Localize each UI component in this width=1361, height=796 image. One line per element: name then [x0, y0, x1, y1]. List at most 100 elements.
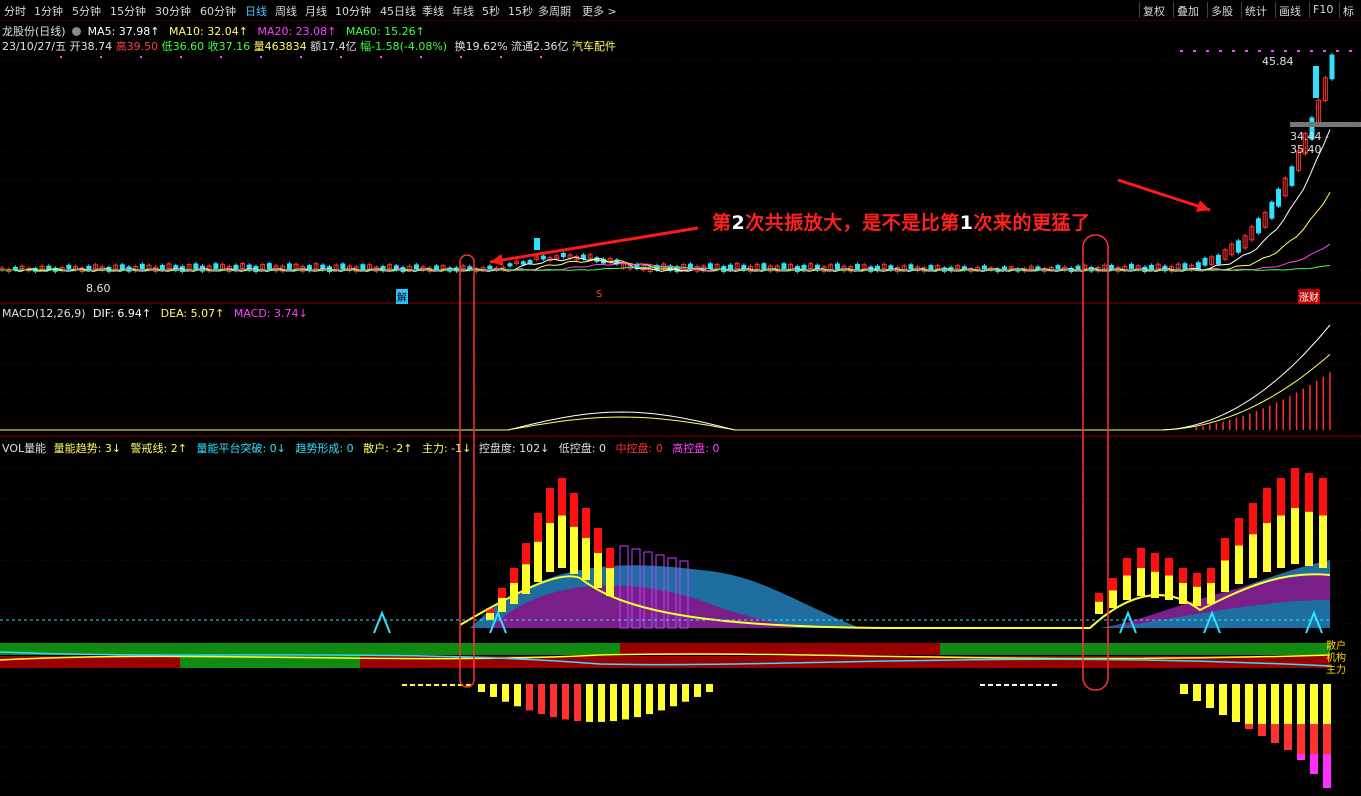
lower-bar — [586, 684, 593, 722]
vol-warn: 警戒线: 2↑ — [130, 442, 187, 455]
annotation-arrow-left — [489, 226, 699, 264]
macd-title[interactable]: MACD(12,26,9) — [2, 307, 86, 320]
candle-body — [520, 261, 526, 265]
lower-dash — [434, 684, 439, 686]
vol-bar-red — [1137, 548, 1145, 568]
event-tag-jie[interactable]: 解 — [396, 289, 408, 304]
vol-bar-red — [606, 548, 614, 568]
vol-bar-red — [1165, 558, 1173, 576]
marker-dot — [1323, 50, 1326, 52]
vol-bar-yellow — [1277, 515, 1285, 568]
candle-body — [1055, 265, 1061, 270]
event-tag-s[interactable]: S — [596, 289, 602, 300]
candle-body — [527, 259, 533, 264]
candle-body — [1202, 257, 1208, 266]
vol-bar-red — [510, 568, 518, 583]
vol-form: 趋势形成: 0 — [295, 442, 354, 455]
vol-bar-red — [1263, 488, 1271, 523]
lower-bar — [1245, 684, 1253, 724]
candle-body — [1235, 240, 1241, 253]
lower-bar — [610, 684, 617, 722]
vol-bar-red — [498, 588, 506, 598]
lower-bar — [670, 684, 677, 707]
vol-bar-red — [570, 493, 578, 527]
lower-dash — [1044, 684, 1049, 686]
vol-bar-red — [546, 488, 554, 523]
candle-body — [1128, 263, 1134, 270]
kline-chart-area[interactable] — [0, 0, 1361, 796]
vol-bar-yellow — [1207, 583, 1215, 604]
candle-body — [487, 265, 493, 270]
main-strip — [620, 643, 940, 655]
candle-body — [1276, 188, 1282, 207]
vol-platform: 量能平台突破: 0↓ — [196, 442, 286, 455]
lower-dash — [418, 684, 423, 686]
vol-bar-red — [1221, 538, 1229, 561]
candle-body — [707, 263, 713, 270]
candle-body — [580, 254, 586, 259]
candle-body — [507, 263, 513, 267]
lower-bar — [682, 684, 689, 702]
candle-body — [1075, 265, 1081, 270]
candle-body — [1149, 264, 1155, 271]
candle-body — [1269, 201, 1275, 219]
callout-text-c: 次来的更猛了 — [973, 212, 1091, 234]
lower-bar — [1297, 754, 1305, 760]
marker-dot — [60, 56, 62, 58]
lower-bar — [706, 684, 713, 692]
lower-dash — [426, 684, 431, 686]
lower-bar — [490, 684, 497, 697]
lower-dash — [1020, 684, 1025, 686]
vol-bar-red — [522, 543, 530, 565]
candle-body — [66, 264, 72, 270]
range-price-label: 34.44 - 35.40 — [1290, 130, 1329, 156]
macd-dif-line — [0, 324, 1331, 431]
vol-bar-red — [1151, 553, 1159, 572]
vol-mid-ctrl: 中控盘: 0 — [615, 442, 663, 455]
lower-bar — [1323, 684, 1331, 724]
candle-body — [854, 263, 860, 270]
vol-bar-yellow — [1235, 545, 1243, 584]
lower-bar — [526, 684, 533, 711]
annotation-arrow-right — [1117, 178, 1211, 212]
candle-body — [46, 265, 52, 270]
lower-dash — [980, 684, 985, 686]
vol-bar-yellow — [1123, 575, 1131, 600]
lower-dash — [402, 684, 407, 686]
vol-title[interactable]: VOL量能 — [2, 442, 46, 455]
vol-bar-yellow — [570, 526, 578, 574]
candle-body — [139, 263, 145, 270]
marker-dot — [1271, 50, 1274, 52]
candle-body — [193, 263, 199, 270]
marker-dot — [180, 56, 182, 58]
lower-bar — [1310, 724, 1318, 754]
vol-trend: 量能趋势: 3↓ — [53, 442, 122, 455]
vol-bar-red — [582, 508, 590, 538]
macd-header: MACD(12,26,9) DIF: 6.94↑ DEA: 5.07↑ MACD… — [2, 307, 308, 320]
lower-bar — [1258, 684, 1266, 724]
candle-body — [560, 253, 566, 258]
lower-dash — [988, 684, 993, 686]
vol-bar-red — [594, 528, 602, 553]
vol-main: 主力: -1↓ — [421, 442, 472, 455]
candle-body — [540, 255, 546, 260]
lower-bar — [658, 684, 665, 711]
marker-dot — [300, 56, 302, 58]
lower-dash — [1004, 684, 1009, 686]
event-tag-zhangcai[interactable]: 涨财 — [1298, 289, 1320, 304]
candle-body — [1108, 264, 1114, 270]
lower-dash — [450, 684, 455, 686]
candle-body — [534, 238, 540, 250]
candle-body — [1215, 254, 1221, 265]
lower-dash — [1052, 684, 1057, 686]
candle-body — [266, 263, 272, 270]
candle-body — [433, 265, 439, 270]
candle-body — [1289, 166, 1295, 186]
vol-bar-yellow — [1137, 568, 1145, 596]
candle-body — [360, 264, 366, 270]
candle-body — [213, 263, 219, 270]
lower-dash — [1028, 684, 1033, 686]
marker-dot — [540, 56, 542, 58]
lower-bar — [1284, 684, 1292, 724]
marker-dot — [380, 56, 382, 58]
